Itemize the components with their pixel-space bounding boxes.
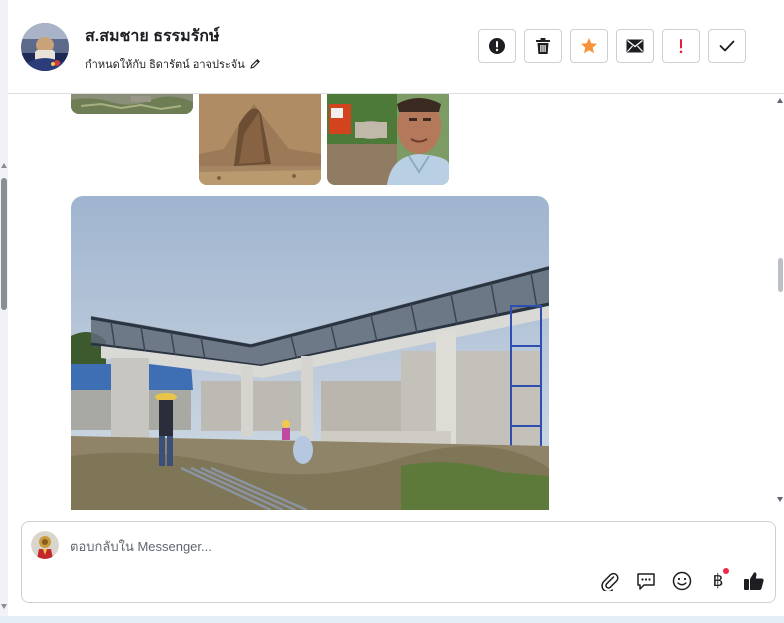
like-icon xyxy=(744,572,764,590)
conversation-header: ส.สมชาย ธรรมรักษ์ กำหนดให้กับ ธิดารัตน์ … xyxy=(8,0,784,94)
message-photo[interactable] xyxy=(71,94,193,114)
star-icon xyxy=(581,38,597,54)
payment-icon: ฿ xyxy=(712,571,724,591)
scroll-up-arrow-icon[interactable] xyxy=(777,98,783,103)
email-button[interactable] xyxy=(616,29,654,63)
scroll-down-arrow-icon[interactable] xyxy=(1,604,7,609)
message-photo[interactable] xyxy=(199,94,321,185)
left-scrollbar[interactable] xyxy=(0,0,8,623)
conversation-actions xyxy=(478,29,746,63)
page-avatar-image xyxy=(31,531,59,559)
assigned-to-text: กำหนดให้กับ ธิดารัตน์ อาจประจัน xyxy=(85,59,245,71)
star-button[interactable] xyxy=(570,29,608,63)
payment-button[interactable]: ฿ xyxy=(707,568,729,592)
composer-toolbar: ฿ xyxy=(599,568,765,592)
trash-icon xyxy=(536,38,550,54)
pencil-icon[interactable] xyxy=(249,58,261,70)
message-thread[interactable] xyxy=(8,94,776,510)
thread-scrollbar[interactable] xyxy=(776,94,784,510)
saved-reply-icon xyxy=(637,573,655,590)
notification-dot xyxy=(723,568,729,574)
mark-done-button[interactable] xyxy=(708,29,746,63)
scroll-down-arrow-icon[interactable] xyxy=(777,497,783,502)
contact-avatar[interactable] xyxy=(21,23,69,71)
avatar-image xyxy=(21,23,69,71)
attachment-icon xyxy=(601,572,619,591)
contact-name: ส.สมชาย ธรรมรักษ์ xyxy=(85,28,220,45)
envelope-icon xyxy=(626,39,644,53)
scrollbar-thumb[interactable] xyxy=(778,258,783,292)
assignment-label[interactable]: กำหนดให้กับ ธิดารัตน์ อาจประจัน xyxy=(85,55,261,73)
scroll-up-arrow-icon[interactable] xyxy=(1,163,7,168)
reply-input[interactable] xyxy=(70,536,670,556)
delete-button[interactable] xyxy=(524,29,562,63)
mark-spam-button[interactable] xyxy=(478,29,516,63)
photo-trench xyxy=(199,94,321,185)
like-button[interactable] xyxy=(743,570,765,592)
photo-grass xyxy=(71,94,193,114)
emoji-icon xyxy=(672,571,692,591)
scrollbar-thumb[interactable] xyxy=(1,178,7,310)
bottom-band xyxy=(0,616,784,623)
check-icon xyxy=(719,40,735,52)
saved-replies-button[interactable] xyxy=(635,570,657,592)
follow-up-button[interactable] xyxy=(662,29,700,63)
exclamation-icon xyxy=(679,39,683,54)
message-photo[interactable] xyxy=(327,94,449,185)
alert-circle-icon xyxy=(489,38,505,54)
reply-composer-area: ฿ xyxy=(8,510,784,623)
photo-construction xyxy=(71,196,549,510)
message-photo-large[interactable] xyxy=(71,196,549,510)
emoji-button[interactable] xyxy=(671,570,693,592)
attach-button[interactable] xyxy=(599,570,621,592)
photo-selfie xyxy=(327,94,449,185)
page-avatar xyxy=(31,531,59,559)
reply-composer: ฿ xyxy=(21,521,776,603)
